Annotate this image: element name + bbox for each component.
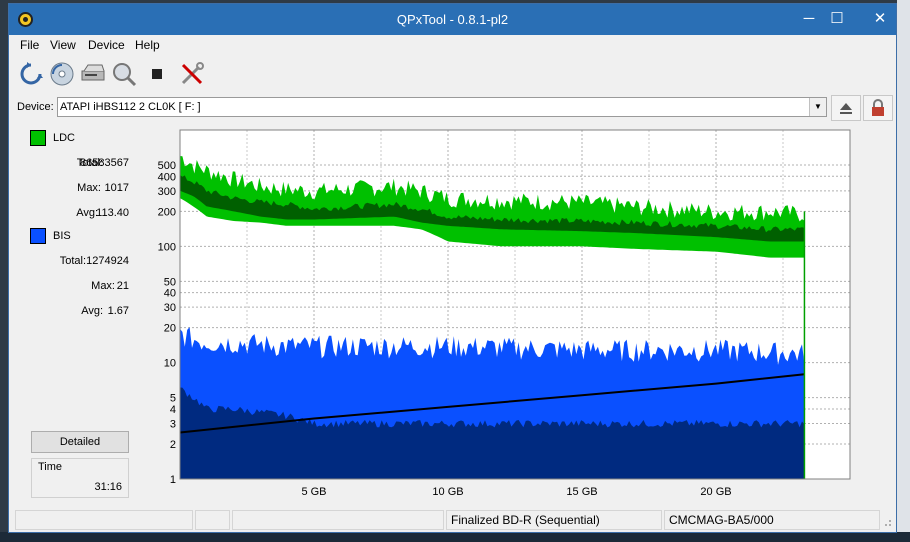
background-taskbar-edge <box>0 532 910 542</box>
y-left-tick-label: 100 <box>158 241 176 253</box>
disc-scan-icon[interactable] <box>49 61 75 87</box>
ldc-max-label: Max: <box>77 182 101 194</box>
time-value: 31:16 <box>94 481 122 493</box>
time-box: Time 31:16 <box>31 458 129 498</box>
drive-icon[interactable] <box>80 61 106 87</box>
detailed-button[interactable]: Detailed <box>31 431 129 453</box>
error-rate-chart: 1234510203040501002003004005002468101214… <box>158 129 851 498</box>
refresh-icon[interactable] <box>18 61 44 87</box>
bis-avg-label: Avg: <box>81 305 103 317</box>
status-bar: Finalized BD-R (Sequential) CMCMAG-BA5/0… <box>9 507 896 532</box>
device-label: Device: <box>17 101 54 113</box>
status-cell-1 <box>15 510 193 530</box>
y-left-tick-label: 2 <box>170 439 176 451</box>
menu-file[interactable]: File <box>20 38 39 52</box>
chart-area: 1234510203040501002003004005002468101214… <box>132 122 854 502</box>
status-disc-type: Finalized BD-R (Sequential) <box>446 510 662 530</box>
window-title: QPxTool - 0.8.1-pl2 <box>396 12 509 27</box>
y-left-tick-label: 1 <box>170 474 176 486</box>
bis-label: BIS <box>53 230 71 242</box>
lock-icon <box>872 99 884 116</box>
x-tick-label: 20 GB <box>700 486 731 498</box>
y-left-tick-label: 40 <box>164 288 176 300</box>
ldc-total-value: 86583567 <box>80 157 129 169</box>
stop-icon[interactable] <box>144 61 170 87</box>
close-button[interactable]: ✕ <box>866 8 894 30</box>
minimize-button[interactable]: ─ <box>795 8 823 30</box>
y-left-tick-label: 4 <box>170 404 176 416</box>
y-left-tick-label: 500 <box>158 160 176 172</box>
y-left-tick-label: 50 <box>164 276 176 288</box>
status-media-id: CMCMAG-BA5/000 <box>664 510 880 530</box>
lock-button[interactable] <box>863 95 893 121</box>
menu-bar: File View Device Help <box>9 35 896 55</box>
y-left-tick-label: 20 <box>164 323 176 335</box>
y-left-tick-label: 30 <box>164 302 176 314</box>
ldc-label: LDC <box>53 132 76 144</box>
y-left-tick-label: 5 <box>170 393 176 405</box>
maximize-button[interactable]: ☐ <box>823 8 851 30</box>
eject-icon <box>840 103 852 114</box>
search-disc-icon[interactable] <box>111 61 137 87</box>
qpxtool-window: QPxTool - 0.8.1-pl2 ─ ☐ ✕ File View Devi… <box>8 3 897 533</box>
y-left-tick-label: 300 <box>158 186 176 198</box>
menu-device[interactable]: Device <box>88 38 125 52</box>
bis-total-label: Total: <box>59 255 86 267</box>
background-window-edge <box>897 0 910 542</box>
time-label: Time <box>38 461 63 473</box>
eject-button[interactable] <box>831 95 861 121</box>
device-select[interactable]: ATAPI iHBS112 2 CL0K [ F: ] ▼ <box>57 97 827 117</box>
y-left-tick-label: 200 <box>158 206 176 218</box>
toolbar <box>9 56 896 92</box>
device-select-value: ATAPI iHBS112 2 CL0K [ F: ] <box>60 101 201 113</box>
ldc-color-swatch <box>30 130 46 146</box>
bis-max-value: 21 <box>116 280 129 292</box>
y-left-tick-label: 3 <box>170 418 176 430</box>
ldc-max-value: 1017 <box>104 182 129 194</box>
bis-max-label: Max: <box>91 280 115 292</box>
chevron-down-icon[interactable]: ▼ <box>809 98 826 116</box>
y-left-tick-label: 400 <box>158 171 176 183</box>
y-left-tick-label: 10 <box>164 358 176 370</box>
x-tick-label: 5 GB <box>301 486 326 498</box>
status-cell-3 <box>232 510 444 530</box>
status-cell-2 <box>195 510 230 530</box>
x-tick-label: 15 GB <box>566 486 597 498</box>
bis-color-swatch <box>30 228 46 244</box>
menu-help[interactable]: Help <box>135 38 160 52</box>
tools-icon[interactable] <box>179 61 205 87</box>
x-tick-label: 10 GB <box>432 486 463 498</box>
device-row: Device: ATAPI iHBS112 2 CL0K [ F: ] ▼ <box>9 93 896 121</box>
resize-grip-icon[interactable] <box>882 517 892 527</box>
bis-total-value: 1274924 <box>86 255 129 267</box>
ldc-avg-label: Avg: <box>76 207 98 219</box>
bis-avg-value: 1.67 <box>107 305 129 317</box>
menu-view[interactable]: View <box>50 38 76 52</box>
title-bar[interactable]: QPxTool - 0.8.1-pl2 ─ ☐ ✕ <box>9 4 896 35</box>
ldc-avg-value: 113.40 <box>96 207 129 219</box>
